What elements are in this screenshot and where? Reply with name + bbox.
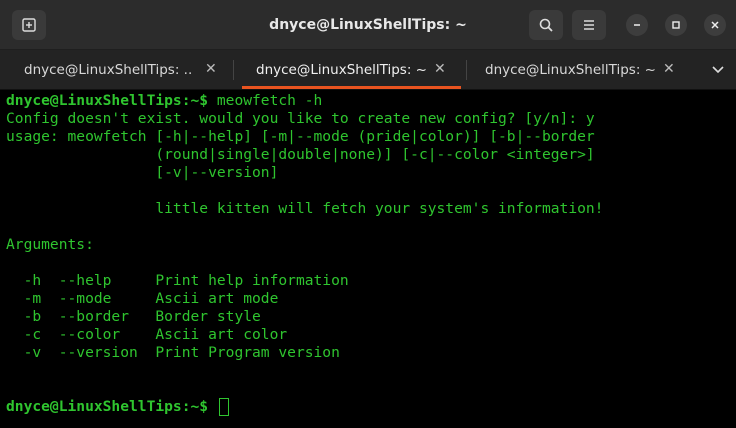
tab-label: dnyce@LinuxShellTips: ... [24, 62, 192, 78]
window-title: dnyce@LinuxShellTips: ~ [269, 17, 467, 33]
input-line[interactable]: dnyce@LinuxShellTips:~$ [6, 398, 229, 416]
close-window-button[interactable] [704, 14, 726, 36]
tab-bar: dnyce@LinuxShellTips: ... ✕ dnyce@LinuxS… [0, 50, 736, 90]
active-tab-indicator [242, 86, 461, 89]
menu-button[interactable] [572, 10, 606, 40]
tabs-dropdown-button[interactable] [708, 58, 728, 82]
command-line: dnyce@LinuxShellTips:~$ meowfetch -h [6, 92, 322, 110]
output-line: (round|single|double|none)] [-c|--color … [6, 146, 595, 163]
output-line: -b --border Border style [6, 308, 261, 325]
output-line: [-v|--version] [6, 164, 279, 181]
terminal-cursor [218, 398, 229, 416]
minimize-icon [634, 24, 640, 26]
tab-label: dnyce@LinuxShellTips: ~ [485, 62, 655, 78]
search-button[interactable] [529, 10, 563, 40]
title-bar: dnyce@LinuxShellTips: ~ [0, 0, 736, 50]
prompt: dnyce@LinuxShellTips:~$ [6, 398, 209, 415]
tab-3[interactable]: dnyce@LinuxShellTips: ~ ✕ [470, 50, 690, 90]
search-icon [539, 18, 553, 32]
output-line: Arguments: [6, 236, 94, 253]
maximize-button[interactable] [665, 14, 687, 36]
output-line: -c --color Ascii art color [6, 326, 288, 343]
new-tab-button[interactable] [12, 10, 46, 40]
new-tab-icon [22, 18, 36, 32]
output-line: -h --help Print help information [6, 272, 349, 289]
hamburger-menu-icon [584, 20, 594, 30]
chevron-down-icon [712, 66, 724, 74]
close-icon[interactable]: ✕ [663, 50, 675, 90]
tab-separator [466, 60, 467, 80]
tab-2[interactable]: dnyce@LinuxShellTips: ~ ✕ [242, 50, 461, 90]
output-line: Config doesn't exist. would you like to … [6, 110, 595, 127]
prompt: dnyce@LinuxShellTips:~$ [6, 92, 209, 109]
maximize-icon [672, 21, 680, 29]
close-icon[interactable]: ✕ [434, 50, 446, 90]
tab-1[interactable]: dnyce@LinuxShellTips: ... ✕ [0, 50, 226, 90]
tab-label: dnyce@LinuxShellTips: ~ [256, 62, 426, 78]
terminal-output[interactable]: dnyce@LinuxShellTips:~$ meowfetch -h Con… [0, 90, 736, 428]
input-text[interactable] [208, 398, 217, 415]
output-line: -v --version Print Program version [6, 344, 340, 361]
minimize-button[interactable] [626, 14, 648, 36]
output-line: -m --mode Ascii art mode [6, 290, 279, 307]
close-icon[interactable]: ✕ [205, 50, 217, 90]
tab-separator [233, 60, 234, 80]
command-text: meowfetch -h [208, 92, 323, 109]
output-line: usage: meowfetch [-h|--help] [-m|--mode … [6, 128, 595, 145]
close-icon [711, 21, 719, 29]
output-line: little kitten will fetch your system's i… [6, 200, 604, 217]
